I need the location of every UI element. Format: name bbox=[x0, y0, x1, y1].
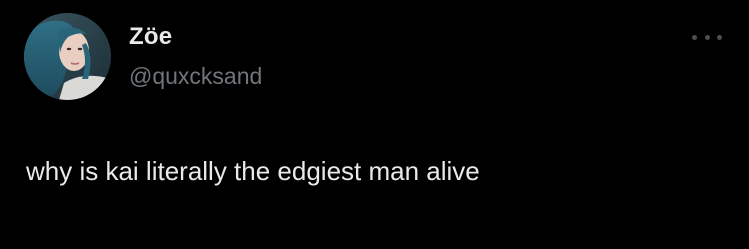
more-dot-icon bbox=[704, 34, 710, 40]
author-handle[interactable]: @quxcksand bbox=[129, 63, 262, 90]
tweet-card: Zöe @quxcksand why is kai literally the … bbox=[0, 0, 749, 249]
author-display-name[interactable]: Zöe bbox=[129, 23, 172, 51]
author-avatar[interactable] bbox=[24, 13, 111, 100]
more-dot-icon bbox=[692, 34, 697, 40]
profile-photo-icon bbox=[24, 13, 111, 100]
more-options-button[interactable] bbox=[692, 30, 722, 44]
tweet-text: why is kai literally the edgiest man ali… bbox=[26, 156, 480, 186]
more-dot-icon bbox=[717, 34, 722, 40]
